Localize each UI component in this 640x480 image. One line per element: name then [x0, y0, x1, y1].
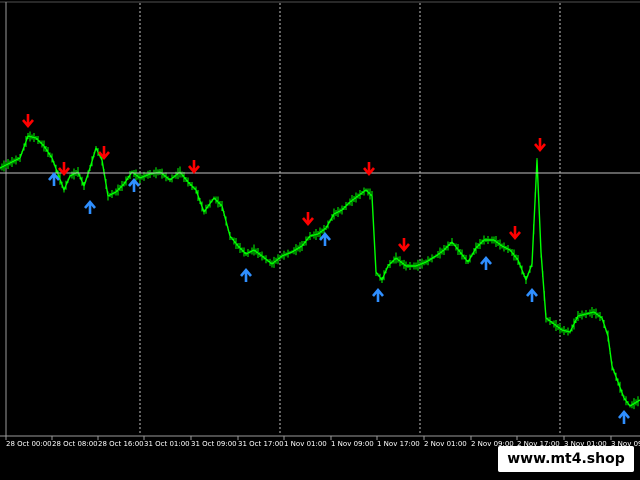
sell-signal-arrow — [509, 226, 521, 241]
buy-signal-arrow — [240, 267, 252, 282]
time-axis-label: 31 Oct 17:00 — [238, 440, 284, 448]
time-axis-label: 28 Oct 16:00 — [98, 440, 144, 448]
watermark-logo: www.mt4.shop — [498, 446, 634, 472]
buy-signal-arrow — [526, 287, 538, 302]
buy-signal-arrow — [84, 199, 96, 214]
buy-signal-arrow — [319, 231, 331, 246]
sell-signal-arrow — [398, 238, 410, 253]
time-axis-label: 1 Nov 01:00 — [284, 440, 327, 448]
buy-signal-arrow — [372, 287, 384, 302]
sell-signal-arrow — [58, 162, 70, 177]
time-axis-label: 31 Oct 09:00 — [191, 440, 237, 448]
time-axis-label: 2 Nov 01:00 — [424, 440, 467, 448]
sell-signal-arrow — [363, 162, 375, 177]
price-series-line — [0, 135, 640, 407]
sell-signal-arrow — [188, 160, 200, 175]
buy-signal-arrow — [480, 255, 492, 270]
price-chart[interactable]: 28 Oct 00:00 28 Oct 08:00 28 Oct 16:00 31 O… — [0, 0, 640, 480]
watermark-text: www.mt4.shop — [507, 451, 625, 467]
buy-signal-arrow — [128, 177, 140, 192]
time-axis-label: 28 Oct 08:00 — [52, 440, 98, 448]
time-axis-label: 31 Oct 01:00 — [144, 440, 190, 448]
time-axis-label: 1 Nov 09:00 — [331, 440, 374, 448]
sell-signal-arrow — [302, 212, 314, 227]
chart-canvas[interactable]: 28 Oct 00:00 28 Oct 08:00 28 Oct 16:00 31 O… — [0, 0, 640, 480]
time-axis-label: 28 Oct 00:00 — [6, 440, 52, 448]
time-axis-label: 1 Nov 17:00 — [377, 440, 420, 448]
sell-signal-arrow — [534, 138, 546, 153]
buy-signal-arrow — [618, 409, 630, 424]
sell-signal-arrow — [22, 114, 34, 129]
